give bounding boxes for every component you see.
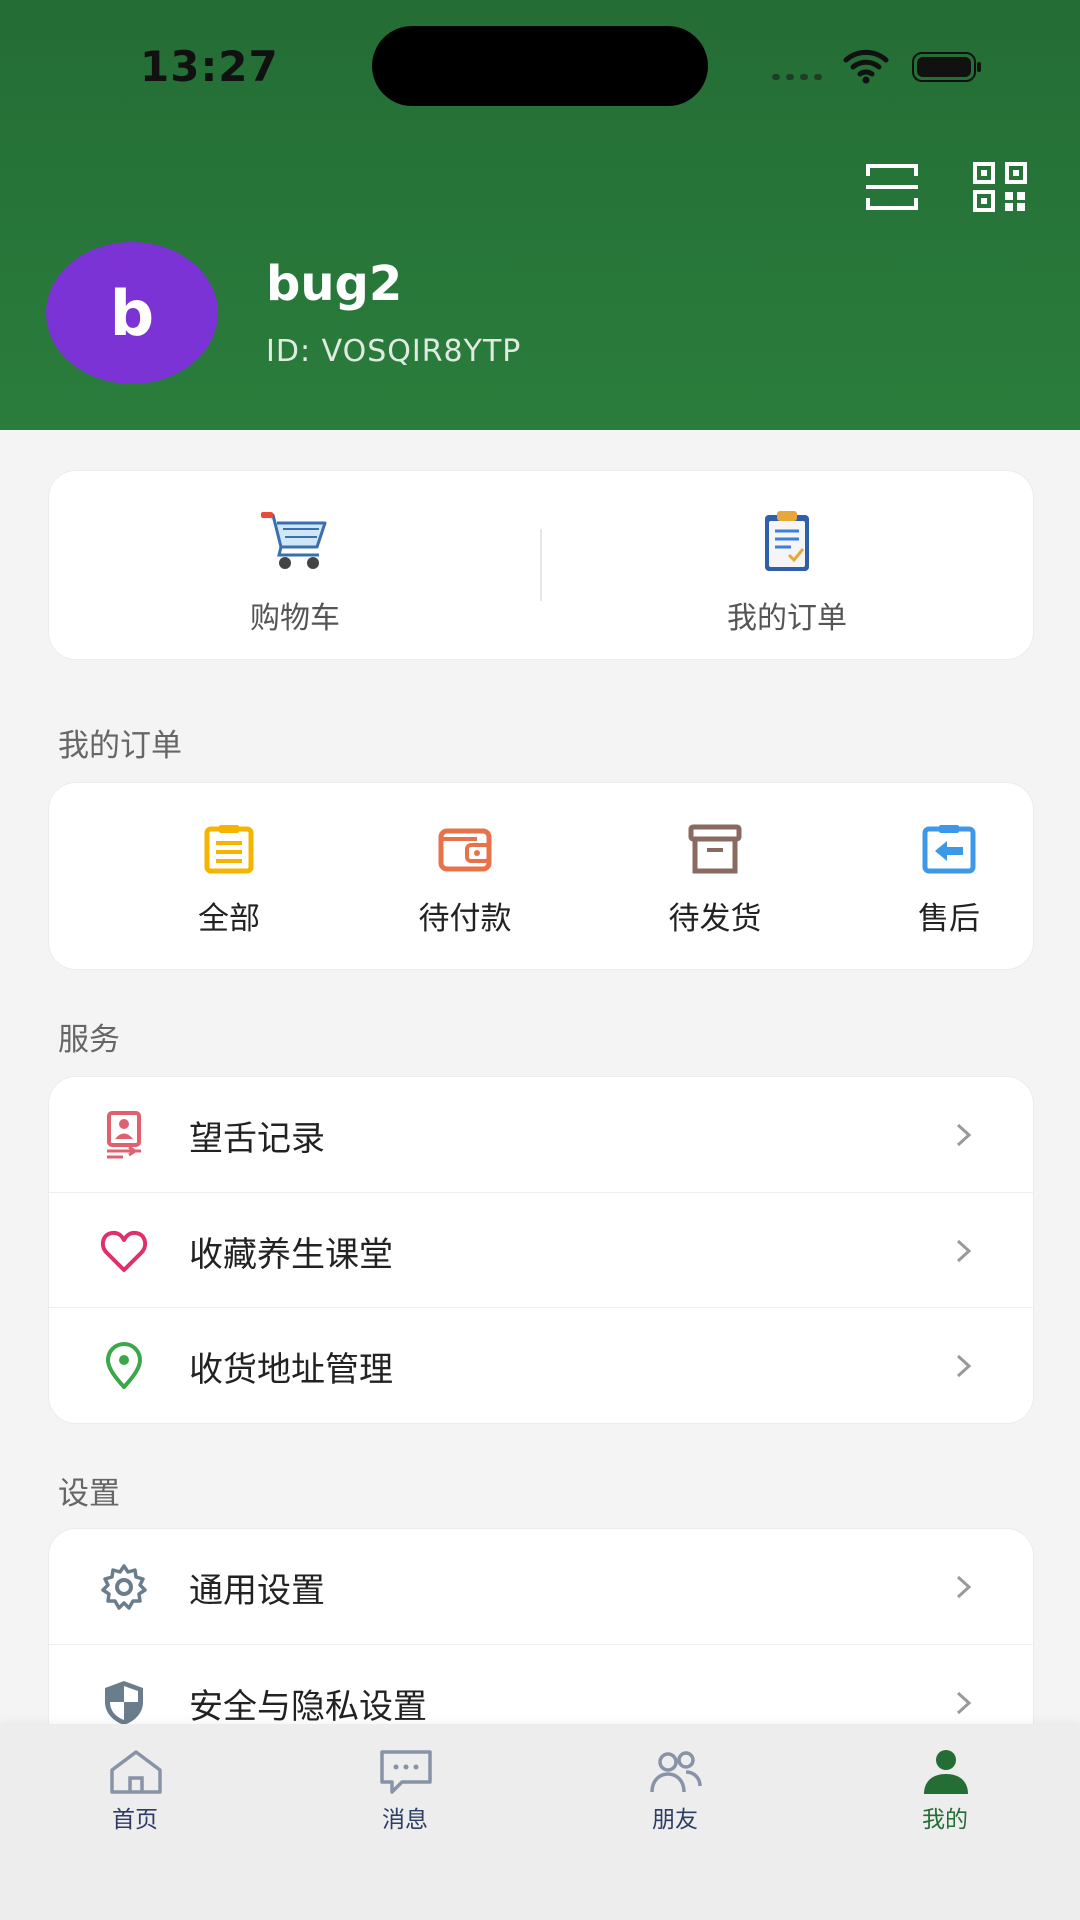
dynamic-island: [372, 26, 708, 106]
person-icon: [924, 1750, 968, 1794]
tab-messages[interactable]: 消息: [270, 1724, 540, 1844]
heart-icon: [100, 1230, 148, 1272]
tab-friends-label: 朋友: [652, 1807, 698, 1833]
address-management-row[interactable]: 收货地址管理: [49, 1307, 1033, 1423]
address-management-label: 收货地址管理: [189, 1350, 393, 1390]
avatar[interactable]: b: [46, 242, 218, 384]
home-icon: [110, 1750, 162, 1794]
tongue-record-label: 望舌记录: [189, 1119, 325, 1159]
return-icon: [922, 825, 976, 874]
location-pin-icon: [106, 1342, 142, 1389]
chevron-right-icon: [956, 1123, 972, 1147]
general-settings-label: 通用设置: [189, 1571, 325, 1611]
gear-icon: [101, 1564, 147, 1610]
services-card: 望舌记录 收藏养生课堂 收货地址管理: [48, 1076, 1034, 1424]
tab-messages-label: 消息: [382, 1807, 428, 1833]
status-time: 13:27: [140, 42, 279, 91]
signal-icon: [772, 74, 822, 80]
general-settings-row[interactable]: 通用设置: [49, 1529, 1033, 1644]
avatar-letter: b: [109, 276, 155, 350]
user-name: bug2: [266, 256, 403, 312]
chevron-right-icon: [956, 1575, 972, 1599]
favorite-classes-label: 收藏养生课堂: [189, 1235, 393, 1275]
archive-box-icon: [688, 824, 742, 874]
record-icon: [107, 1111, 141, 1159]
tab-me[interactable]: 我的: [810, 1724, 1080, 1844]
order-all-button[interactable]: 全部: [129, 783, 329, 969]
order-pending-payment-button[interactable]: 待付款: [365, 783, 565, 969]
chevron-right-icon: [956, 1691, 972, 1715]
order-pending-shipment-label: 待发货: [668, 901, 762, 937]
wifi-icon: [843, 49, 889, 84]
order-pending-payment-label: 待付款: [418, 901, 512, 937]
security-privacy-label: 安全与隐私设置: [189, 1687, 427, 1727]
profile-header: 13:27 b bug2 ID: VOSQIR8YTP: [0, 0, 1080, 430]
order-after-sales-button[interactable]: 售后: [849, 783, 1049, 969]
battery-icon: [912, 52, 981, 82]
order-all-label: 全部: [198, 901, 260, 937]
shopping-cart-label: 购物车: [250, 601, 340, 636]
order-pending-shipment-button[interactable]: 待发货: [615, 783, 815, 969]
shopping-cart-button[interactable]: 购物车: [49, 471, 541, 659]
message-icon: [380, 1750, 432, 1794]
user-id: ID: VOSQIR8YTP: [266, 334, 522, 369]
tab-home-label: 首页: [112, 1807, 158, 1833]
clipboard-icon: [765, 511, 809, 571]
settings-section-title: 设置: [58, 1476, 120, 1512]
services-section-title: 服务: [58, 1022, 120, 1058]
orders-section-title: 我的订单: [58, 728, 182, 764]
friends-icon: [650, 1751, 702, 1793]
tab-home[interactable]: 首页: [0, 1724, 270, 1844]
shopping-cart-icon: [261, 512, 327, 569]
chevron-right-icon: [956, 1239, 972, 1263]
tab-friends[interactable]: 朋友: [540, 1724, 810, 1844]
favorite-classes-row[interactable]: 收藏养生课堂: [49, 1192, 1033, 1308]
tab-me-label: 我的: [922, 1807, 968, 1833]
wallet-icon: [438, 828, 492, 872]
scan-icon[interactable]: [864, 162, 920, 212]
chevron-right-icon: [956, 1354, 972, 1378]
quick-actions-card: 购物车 我的订单: [48, 470, 1034, 660]
clipboard-list-icon: [204, 825, 254, 874]
tab-bar: 首页 消息 朋友 我的: [0, 1724, 1080, 1920]
my-orders-label: 我的订单: [727, 601, 847, 636]
order-after-sales-label: 售后: [918, 901, 980, 937]
tongue-record-row[interactable]: 望舌记录: [49, 1077, 1033, 1192]
qr-code-icon[interactable]: [972, 162, 1028, 212]
shield-icon: [105, 1681, 143, 1725]
my-orders-button[interactable]: 我的订单: [541, 471, 1033, 659]
orders-card: 全部 待付款 待发货 售后: [48, 782, 1034, 970]
